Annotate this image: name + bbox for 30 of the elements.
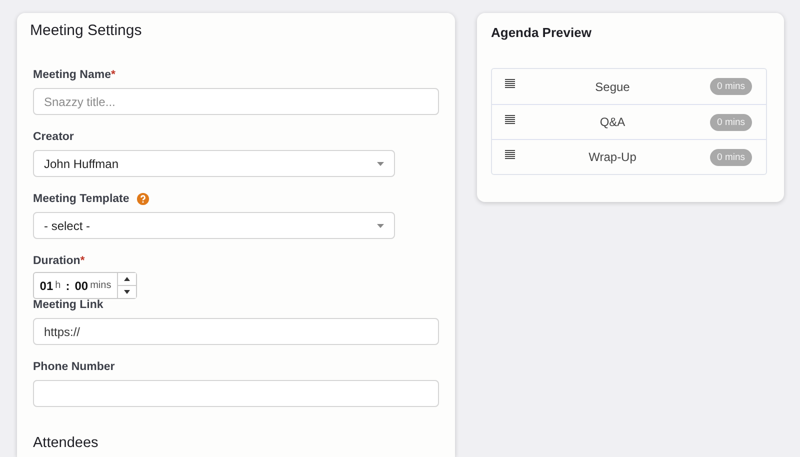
caret-icon	[377, 162, 384, 166]
field-label: Meeting Template	[33, 193, 130, 205]
text-field[interactable]: https://	[33, 318, 439, 345]
caret-icon	[377, 224, 384, 228]
card-title: Meeting Settings	[30, 22, 143, 39]
field-label: Phone Number	[33, 361, 115, 373]
text-field[interactable]	[33, 380, 439, 407]
drag-handle-icon[interactable]	[505, 115, 515, 124]
help-icon[interactable]	[137, 193, 150, 205]
dropdown[interactable]: - select -	[33, 212, 395, 239]
agenda-item-name: Q&A	[598, 115, 626, 129]
caret-down-icon	[124, 290, 130, 294]
field-label: Duration*	[33, 255, 85, 267]
caret-up-icon	[124, 277, 130, 281]
section-heading: Attendees	[33, 435, 100, 451]
text-field[interactable]: Snazzy title...	[33, 88, 439, 115]
drag-handle-icon[interactable]	[505, 79, 515, 88]
dropdown[interactable]: John Huffman	[33, 150, 395, 177]
agenda-item-name: Wrap-Up	[588, 150, 638, 164]
duration-badge: 0 mins	[710, 114, 752, 130]
field-label: Meeting Name*	[33, 69, 116, 81]
duration-badge: 0 mins	[710, 148, 752, 166]
agenda-item-name: Segue	[594, 80, 631, 94]
field-label: Creator	[33, 131, 74, 143]
duration-badge: 0 mins	[710, 78, 752, 95]
card-title: Agenda Preview	[491, 25, 592, 40]
duration-field[interactable]: 01 h : 00 mins	[33, 272, 137, 299]
field-label: Meeting Link	[33, 299, 104, 311]
drag-handle-icon[interactable]	[505, 150, 515, 159]
decrement-button[interactable]	[118, 285, 136, 298]
